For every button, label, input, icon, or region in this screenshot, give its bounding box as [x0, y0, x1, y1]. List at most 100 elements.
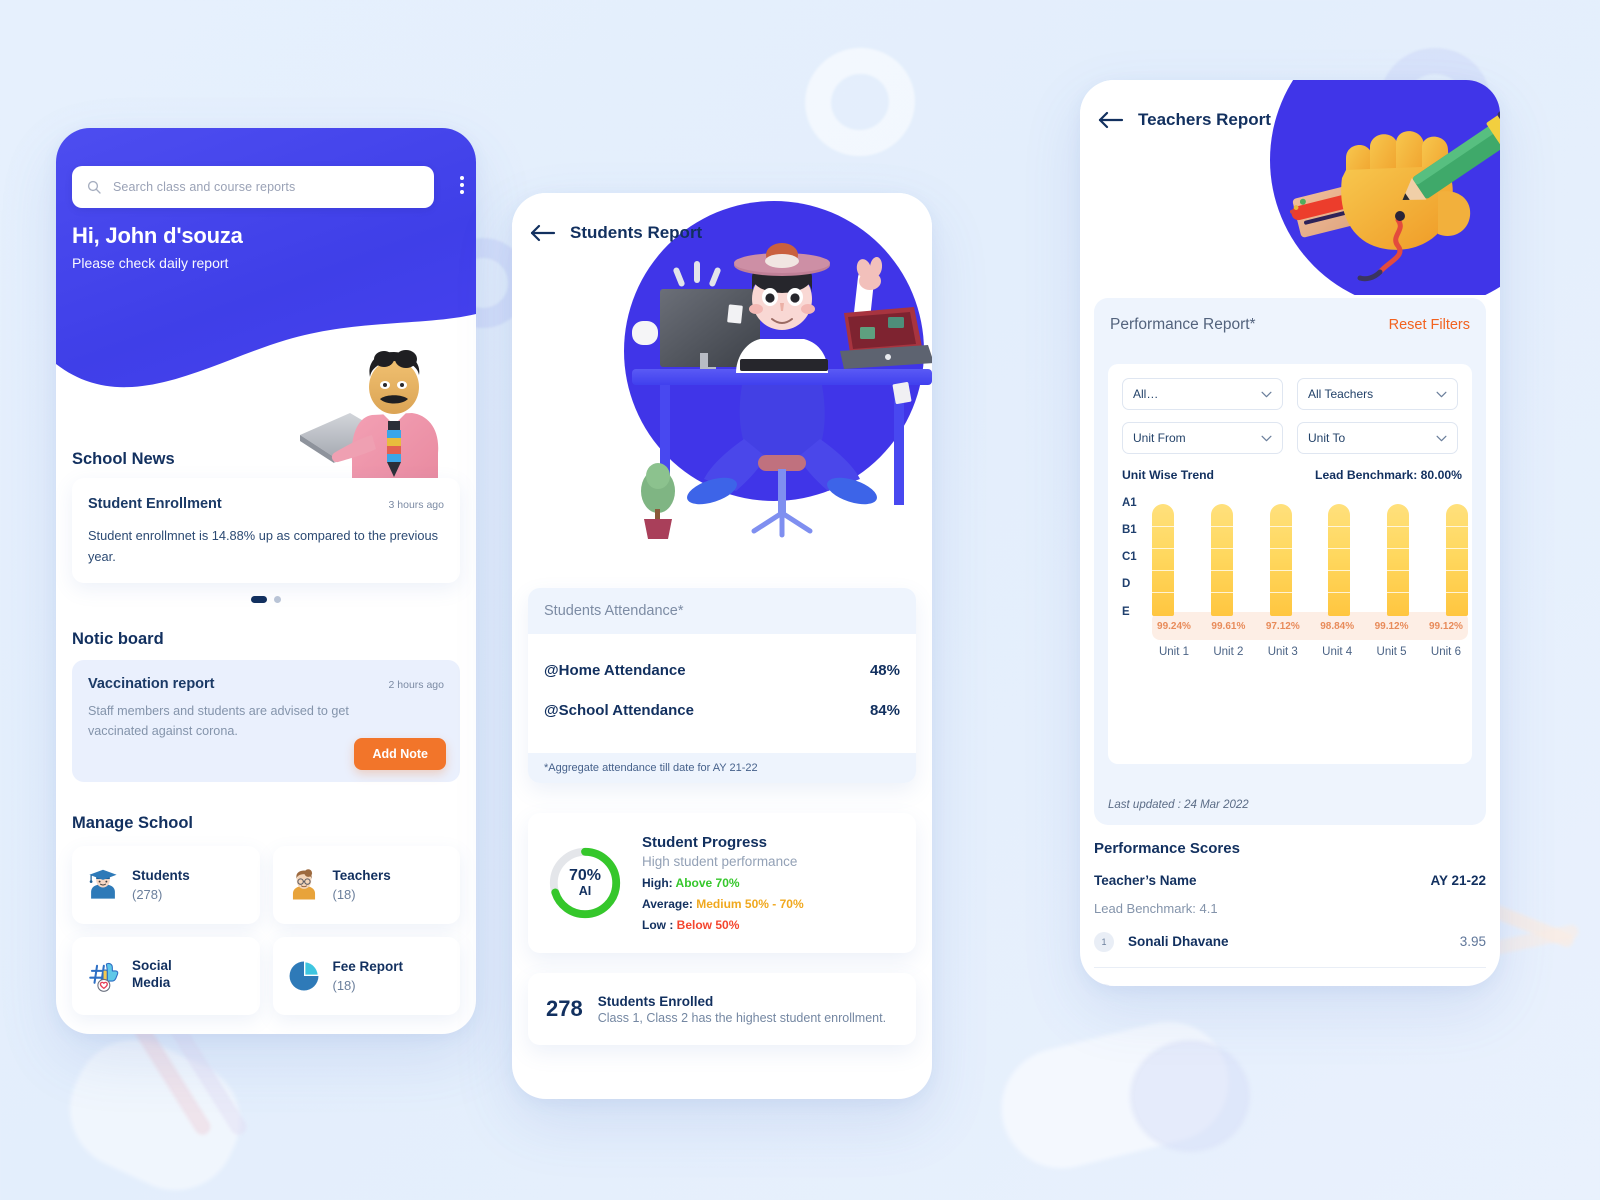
teacher-select[interactable]: All Teachers [1297, 378, 1458, 410]
unit-from-select[interactable]: Unit From [1122, 422, 1283, 454]
hashtag-like-icon [89, 962, 119, 992]
bar-value: 99.24% [1157, 620, 1191, 632]
class-select-value: All… [1133, 387, 1159, 401]
chevron-down-icon [1261, 391, 1272, 397]
performance-report-header: Performance Report* Reset Filters [1094, 298, 1486, 348]
tile-count: (278) [132, 886, 163, 902]
hand-pencil-illustration [1289, 105, 1500, 282]
col-academic-year: AY 21-22 [1430, 873, 1486, 888]
carousel-pager[interactable] [56, 596, 476, 603]
bar-unit-3 [1269, 504, 1292, 616]
tile-fee-report[interactable]: Fee Report (18) [272, 937, 460, 1015]
students-report-navbar: Students Report [530, 223, 702, 243]
lead-benchmark-value: Lead Benchmark: 4.1 [1094, 901, 1218, 916]
tile-social-media[interactable]: Social Media [72, 937, 260, 1015]
chevron-down-icon [1261, 435, 1272, 441]
greeting-subtitle: Please check daily report [72, 255, 229, 271]
student-progress-card: 70% AI Student Progress High student per… [528, 813, 916, 953]
tile-label: Social Media [132, 958, 172, 990]
reset-filters-button[interactable]: Reset Filters [1389, 317, 1470, 333]
legend-high: High: Above 70% [642, 876, 898, 890]
legend-high-value: Above 70% [675, 876, 740, 890]
bar-unit-2 [1210, 504, 1233, 616]
x-tick: Unit 5 [1376, 646, 1407, 658]
chart-labels-row: Unit Wise Trend Lead Benchmark: 80.00% [1122, 468, 1462, 482]
legend-average: Average: Medium 50% - 70% [642, 897, 898, 911]
legend-low: Low : Below 50% [642, 918, 898, 932]
x-tick: Unit 2 [1213, 646, 1244, 658]
y-tick: D [1122, 578, 1131, 591]
back-arrow-icon[interactable] [1098, 111, 1124, 129]
performance-scores-section: Performance Scores Teacher’s Name AY 21-… [1094, 840, 1486, 986]
school-news-card[interactable]: Student Enrollment 3 hours ago Student e… [72, 478, 460, 583]
tile-teachers[interactable]: Teachers (18) [272, 846, 460, 924]
bar-unit-4 [1328, 504, 1351, 616]
bar-unit-1 [1152, 504, 1174, 616]
teachers-report-navbar: Teachers Report [1098, 110, 1271, 130]
teacher-name: Sonali Dhavane [1128, 934, 1229, 949]
school-news-title: School News [72, 450, 175, 468]
bar-value: 99.61% [1211, 620, 1246, 632]
tile-label: Teachers [332, 868, 391, 884]
filter-group: All… All Teachers Unit From Unit To [1122, 378, 1458, 454]
search-icon [87, 180, 101, 194]
unit-wise-trend-label: Unit Wise Trend [1122, 468, 1214, 482]
notice-timestamp: 2 hours ago [388, 679, 444, 691]
tile-count: (18) [332, 977, 356, 993]
tile-label: Fee Report [332, 959, 404, 975]
bar-value: 97.12% [1265, 620, 1300, 632]
y-tick: A1 [1122, 497, 1137, 509]
attendance-row: @Home Attendance 48% [544, 650, 900, 690]
decor-blob-bottom-right [988, 1008, 1242, 1182]
performance-report-panel: Performance Report* Reset Filters All… A… [1094, 298, 1486, 825]
x-tick: Unit 1 [1158, 646, 1190, 658]
rank-badge: 1 [1094, 931, 1114, 952]
manage-school-title: Manage School [72, 814, 194, 832]
progress-subtitle: High student performance [642, 854, 798, 869]
attendance-row: @School Attendance 84% [544, 690, 900, 730]
unit-wise-trend-chart: A1 B1 C1 D E 99.24% 99.61% 97.12% 98.84%… [1122, 494, 1468, 689]
table-row[interactable]: 2 Dipali Demunde 3.88 [1094, 968, 1486, 986]
unit-to-select[interactable]: Unit To [1297, 422, 1458, 454]
chart-value-labels: 99.24% 99.61% 97.12% 98.84% 99.12% 99.12… [1152, 612, 1468, 640]
news-title: Student Enrollment [88, 496, 222, 512]
greeting-block: Hi, John d'souza Please check daily repo… [72, 223, 243, 271]
back-arrow-icon[interactable] [530, 224, 556, 242]
attendance-value: 48% [869, 661, 900, 679]
decor-ring-top [791, 33, 929, 171]
bar-unit-5 [1387, 504, 1410, 616]
search-input[interactable]: Search class and course reports [72, 166, 434, 208]
pager-dot-2[interactable] [274, 596, 281, 603]
bar-unit-6 [1445, 504, 1468, 616]
student-desk-illustration [632, 243, 932, 539]
class-select[interactable]: All… [1122, 378, 1283, 410]
pager-dot-1[interactable] [251, 596, 267, 603]
y-tick: E [1122, 605, 1130, 618]
tile-label: Students [132, 868, 190, 884]
page-title: Students Report [570, 223, 703, 242]
add-note-button[interactable]: Add Note [354, 738, 446, 770]
news-body: Student enrollmnet is 14.88% up as compa… [88, 528, 438, 564]
enrolled-count: 278 [546, 996, 583, 1021]
attendance-label: @School Attendance [544, 701, 694, 719]
teacher-icon [292, 869, 315, 900]
progress-title: Student Progress [642, 834, 768, 851]
teacher-select-value: All Teachers [1308, 387, 1374, 401]
kebab-menu-icon[interactable] [460, 176, 464, 194]
chevron-down-icon [1436, 391, 1447, 397]
performance-scores-title: Performance Scores [1094, 840, 1240, 857]
notice-board-title: Notic board [72, 630, 164, 648]
greeting-title: Hi, John d'souza [72, 223, 243, 248]
students-enrolled-card: 278 Students Enrolled Class 1, Class 2 h… [528, 973, 916, 1045]
attendance-label: @Home Attendance [544, 661, 686, 679]
search-placeholder: Search class and course reports [113, 180, 296, 194]
tile-students[interactable]: Students (278) [72, 846, 260, 924]
attendance-heading: Students Attendance* [528, 588, 916, 634]
pie-chart-icon [289, 961, 318, 991]
progress-percent: 70% [568, 866, 602, 884]
progress-donut-chart: 70% AI [546, 844, 624, 922]
table-row[interactable]: 1 Sonali Dhavane 3.95 [1094, 916, 1486, 968]
chart-x-axis: Unit 1 Unit 2 Unit 3 Unit 4 Unit 5 Unit … [1152, 646, 1468, 658]
attendance-rows: @Home Attendance 48% @School Attendance … [528, 634, 916, 730]
last-updated-label: Last updated : 24 Mar 2022 [1108, 799, 1249, 811]
